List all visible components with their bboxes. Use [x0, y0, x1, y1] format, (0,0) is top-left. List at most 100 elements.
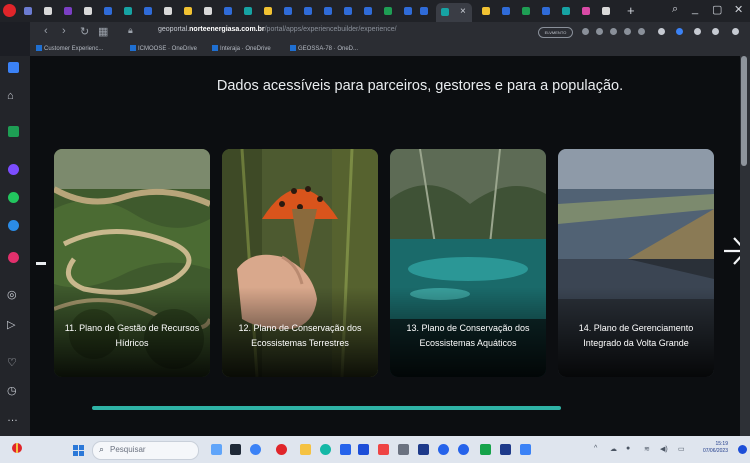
- taskbar-search-box[interactable]: ⌕ Pesquisar: [92, 441, 199, 460]
- maximize-button[interactable]: ▢: [712, 3, 722, 16]
- app-icon[interactable]: [520, 444, 531, 455]
- tab-favicon-icon[interactable]: [164, 7, 172, 15]
- tab-favicon-icon[interactable]: [364, 7, 372, 15]
- menu-icon[interactable]: [732, 28, 739, 35]
- instagram-icon[interactable]: [8, 252, 19, 263]
- tabs-grid-icon[interactable]: ▦: [98, 25, 108, 38]
- history-icon[interactable]: ◷: [7, 384, 17, 397]
- carousel-progress-bar[interactable]: [92, 406, 561, 410]
- plan-card-13[interactable]: 13. Plano de Conservação dos Ecossistema…: [390, 149, 546, 377]
- address-pill-badge[interactable]: ELVMENTO: [538, 27, 573, 38]
- tab-favicon-icon[interactable]: [404, 7, 412, 15]
- battery-tray-icon[interactable]: ▭: [678, 445, 685, 453]
- tab-favicon-icon[interactable]: [244, 7, 252, 15]
- widgets-icon[interactable]: [211, 444, 222, 455]
- download-icon[interactable]: [694, 28, 701, 35]
- tab-favicon-icon[interactable]: [344, 7, 352, 15]
- tab-favicon-icon[interactable]: [144, 7, 152, 15]
- tab-favicon-icon[interactable]: [482, 7, 490, 15]
- camera-icon[interactable]: [582, 28, 589, 35]
- scrollbar-thumb[interactable]: [741, 56, 747, 166]
- tab-favicon-icon[interactable]: [384, 7, 392, 15]
- tab-favicon-icon[interactable]: [522, 7, 530, 15]
- file-manager-icon[interactable]: [230, 444, 241, 455]
- opera-icon[interactable]: [276, 444, 287, 455]
- chatgpt-icon[interactable]: [8, 126, 19, 137]
- active-tab[interactable]: ×: [436, 3, 472, 22]
- tab-favicon-icon[interactable]: [124, 7, 132, 15]
- heart-icon[interactable]: [638, 28, 645, 35]
- forward-icon[interactable]: ›: [62, 25, 66, 37]
- bookmark-item[interactable]: Interaja · OneDrive: [212, 45, 271, 52]
- tab-favicon-icon[interactable]: [184, 7, 192, 15]
- opera-gx-icon[interactable]: [250, 444, 261, 455]
- plan-card-11[interactable]: 11. Plano de Gestão de Recursos Hídricos: [54, 149, 210, 377]
- search-tabs-icon[interactable]: ⌕: [672, 3, 678, 16]
- onedrive-icon[interactable]: ☁: [610, 445, 617, 453]
- messenger-icon[interactable]: [8, 164, 19, 175]
- extensions-icon[interactable]: [658, 28, 665, 35]
- app-icon[interactable]: [398, 444, 409, 455]
- tray-chevron-icon[interactable]: ^: [594, 445, 597, 452]
- tab-favicon-icon[interactable]: [44, 7, 52, 15]
- plan-card-14[interactable]: 14. Plano de Gerenciamento Integrado da …: [558, 149, 714, 377]
- tab-favicon-icon[interactable]: [304, 7, 312, 15]
- app-icon[interactable]: [500, 444, 511, 455]
- app-icon[interactable]: [458, 444, 469, 455]
- bookmark-item[interactable]: Customer Experienc...: [36, 45, 103, 52]
- tab-favicon-icon[interactable]: [84, 7, 92, 15]
- bookmark-item[interactable]: GEOSSA-78 · OneD...: [290, 45, 358, 52]
- workspace-icon[interactable]: [8, 62, 19, 73]
- profile-avatar-icon[interactable]: [676, 28, 683, 35]
- outlook-icon[interactable]: [358, 444, 369, 455]
- tab-favicon-icon[interactable]: [284, 7, 292, 15]
- tab-favicon-icon[interactable]: [64, 7, 72, 15]
- tab-favicon-icon[interactable]: [204, 7, 212, 15]
- store-icon[interactable]: [340, 444, 351, 455]
- taskbar-clock[interactable]: 15:19 07/06/2023: [694, 441, 728, 455]
- favorites-heart-icon[interactable]: ♡: [7, 356, 17, 369]
- tab-favicon-icon[interactable]: [602, 7, 610, 15]
- edge-icon[interactable]: [320, 444, 331, 455]
- play-icon[interactable]: [624, 28, 631, 35]
- tab-favicon-icon[interactable]: [24, 7, 32, 15]
- app-icon[interactable]: [438, 444, 449, 455]
- speed-dial-icon[interactable]: ◎: [7, 288, 17, 301]
- wifi-icon[interactable]: ≋: [644, 445, 650, 453]
- notification-icon[interactable]: [738, 445, 747, 454]
- battery-icon[interactable]: [712, 28, 719, 35]
- snapshot-icon[interactable]: [596, 28, 603, 35]
- whatsapp-icon[interactable]: [8, 192, 19, 203]
- new-tab-button[interactable]: +: [627, 3, 635, 18]
- opera-logo-icon[interactable]: [3, 4, 16, 17]
- close-tab-icon[interactable]: ×: [460, 6, 466, 17]
- tray-app-icon[interactable]: ●: [626, 445, 630, 452]
- tab-favicon-icon[interactable]: [502, 7, 510, 15]
- bookmark-item[interactable]: ICMOOSE · OneDrive: [130, 45, 197, 52]
- tab-favicon-icon[interactable]: [582, 7, 590, 15]
- player-icon[interactable]: ▷: [7, 318, 15, 331]
- more-icon[interactable]: …: [7, 412, 18, 424]
- tab-favicon-icon[interactable]: [264, 7, 272, 15]
- telegram-icon[interactable]: [8, 220, 19, 231]
- excel-icon[interactable]: [480, 444, 491, 455]
- app-icon[interactable]: [378, 444, 389, 455]
- explorer-folder-icon[interactable]: [300, 444, 311, 455]
- home-icon[interactable]: ⌂: [7, 90, 14, 102]
- volume-icon[interactable]: ◀): [660, 445, 668, 453]
- weather-icon[interactable]: [10, 441, 24, 455]
- plan-card-12[interactable]: 12. Plano de Conservação dos Ecossistema…: [222, 149, 378, 377]
- tab-favicon-icon[interactable]: [542, 7, 550, 15]
- tab-favicon-icon[interactable]: [104, 7, 112, 15]
- minimize-button[interactable]: _: [692, 3, 698, 15]
- windows-start-icon[interactable]: [73, 445, 84, 456]
- address-bar[interactable]: geoportal.norteenergiasa.com.br/portal/a…: [158, 26, 397, 33]
- back-icon[interactable]: ‹: [44, 25, 48, 37]
- close-window-button[interactable]: ✕: [734, 3, 743, 16]
- tab-favicon-icon[interactable]: [324, 7, 332, 15]
- tab-favicon-icon[interactable]: [224, 7, 232, 15]
- vpn-icon[interactable]: [610, 28, 617, 35]
- page-scrollbar[interactable]: [740, 56, 750, 436]
- tab-favicon-icon[interactable]: [420, 7, 428, 15]
- tab-favicon-icon[interactable]: [562, 7, 570, 15]
